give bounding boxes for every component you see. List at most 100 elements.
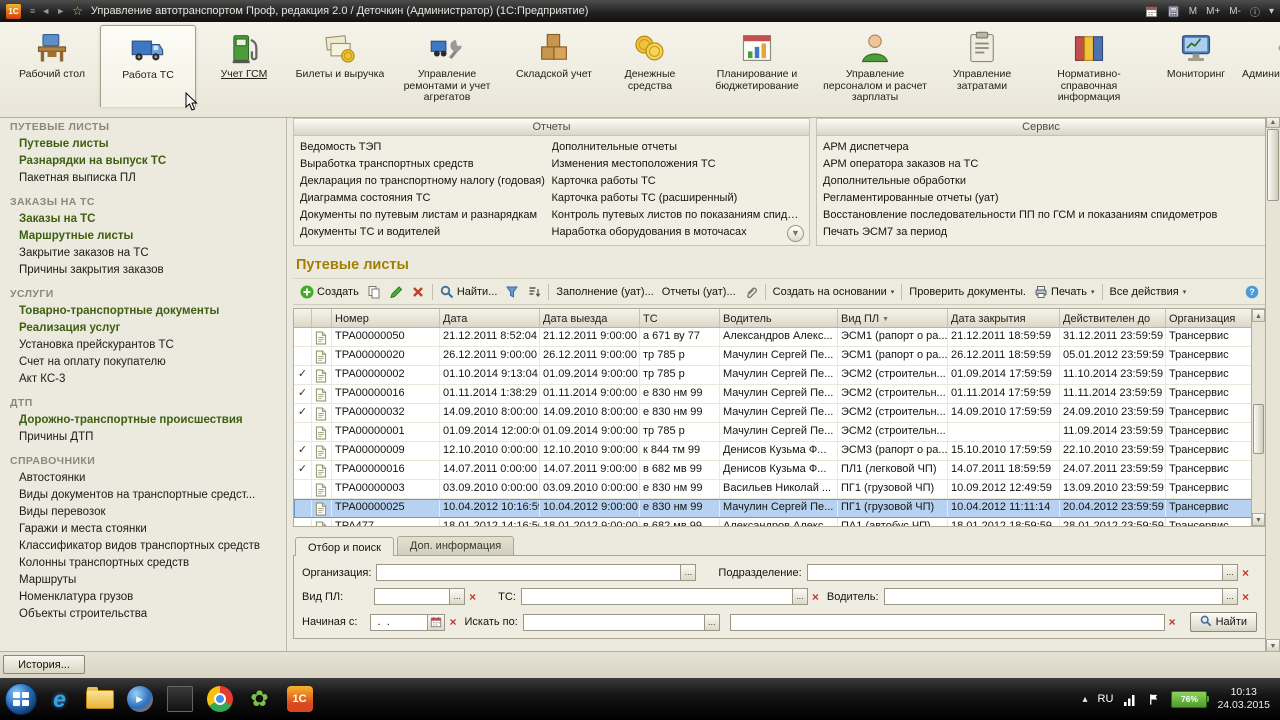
toolbar-edit-button[interactable] [385, 283, 407, 301]
scroll-down-icon[interactable]: ▼ [1252, 513, 1265, 526]
toolbar-help-button[interactable]: ? [1241, 283, 1263, 301]
toolbar-fill-uat-button[interactable]: Заполнение (уат)... [552, 284, 657, 300]
ie-taskbar-icon[interactable]: e [44, 684, 75, 715]
ribbon-tab-tickets[interactable]: Билеты и выручка [292, 25, 388, 107]
sidebar-item[interactable]: Классификатор видов транспортных средств [10, 538, 286, 555]
tray-chevron-icon[interactable]: ▴ [1083, 694, 1088, 705]
date-picker-calendar-icon[interactable] [428, 613, 446, 631]
tab-filter-search[interactable]: Отбор и поиск [295, 537, 394, 556]
page-scrollbar[interactable]: ▲ ▼ [1265, 115, 1280, 652]
favorites-star-icon[interactable]: ☆ [72, 4, 83, 18]
pl-type-input[interactable] [374, 588, 451, 605]
folder-taskbar-icon[interactable] [84, 684, 115, 715]
report-link[interactable]: Декларация по транспортному налогу (годо… [300, 173, 552, 190]
find-button[interactable]: Найти [1189, 612, 1257, 632]
sidebar-item[interactable]: Закрытие заказов на ТС [10, 245, 286, 262]
column-header-3[interactable]: Дата выезда [540, 309, 640, 327]
column-header-5[interactable]: Водитель [720, 309, 838, 327]
ribbon-tab-truck[interactable]: Работа ТС [100, 25, 196, 107]
toolbar-cancel-search-button[interactable] [501, 283, 523, 301]
sidebar-item[interactable]: Причины закрытия заказов [10, 262, 286, 279]
toolbar-delete-button[interactable] [407, 283, 429, 301]
toolbar-sort-button[interactable] [523, 283, 545, 301]
service-link[interactable]: Печать ЭСМ7 за период [823, 224, 1259, 241]
division-clear-icon[interactable]: × [1242, 566, 1249, 580]
table-row[interactable]: ТРА00000020 26.12.2011 9:00:00 26.12.2011 … [294, 347, 1252, 366]
table-scrollbar[interactable]: ▲ ▼ [1251, 309, 1265, 526]
report-link[interactable]: Дополнительные отчеты [552, 139, 804, 156]
ribbon-tab-admin[interactable]: Администрирование [1242, 25, 1280, 107]
service-link[interactable]: Восстановление последовательности ПП по … [823, 207, 1259, 224]
report-link[interactable]: Ведомость ТЭП [300, 139, 552, 156]
table-row[interactable]: ✓ ТРА00000009 12.10.2010 0:00:00 12.10.2010… [294, 442, 1252, 461]
table-row[interactable]: ✓ ТРА00000002 01.10.2014 9:13:04 01.09.2014… [294, 366, 1252, 385]
ribbon-tab-costs[interactable]: Управление затратами [934, 25, 1030, 107]
network-signal-icon[interactable] [1123, 693, 1137, 706]
organization-picker-button[interactable]: ... [681, 564, 697, 581]
onec-taskbar-icon[interactable]: 1С [284, 684, 315, 715]
forward-icon[interactable]: ► [56, 6, 65, 16]
table-row[interactable]: ТРА477 18.01.2012 14:16:56 18.01.2012 9:00… [294, 518, 1252, 526]
memory-button-m-plus[interactable]: M+ [1206, 6, 1220, 17]
sidebar-item[interactable]: Гаражи и места стоянки [10, 521, 286, 538]
sidebar-item[interactable]: Заказы на ТС [10, 211, 286, 228]
pl-type-clear-icon[interactable]: × [469, 590, 476, 604]
scroll-up-icon[interactable]: ▲ [1252, 309, 1265, 322]
sidebar-item[interactable]: Разнарядки на выпуск ТС [10, 153, 286, 170]
ribbon-tab-personnel[interactable]: Управление персоналом и расчет зарплаты [816, 25, 934, 107]
column-header-2[interactable]: Дата [440, 309, 540, 327]
ribbon-tab-reference[interactable]: Нормативно-справочная информация [1030, 25, 1148, 107]
column-header-4[interactable]: ТС [640, 309, 720, 327]
sidebar-item[interactable]: Колонны транспортных средств [10, 555, 286, 572]
sidebar-item[interactable]: Маршруты [10, 572, 286, 589]
column-header-8[interactable]: Действителен до [1060, 309, 1166, 327]
start-from-clear-icon[interactable]: × [449, 615, 456, 629]
history-button[interactable]: История... [3, 655, 85, 674]
search-clear-icon[interactable]: × [1169, 615, 1176, 629]
report-link[interactable]: Изменения местоположения ТС [552, 156, 804, 173]
battery-indicator[interactable]: 76% [1171, 690, 1210, 708]
driver-clear-icon[interactable]: × [1242, 590, 1249, 604]
language-indicator[interactable]: RU [1098, 693, 1114, 705]
search-by-picker-button[interactable]: ... [704, 613, 720, 631]
sidebar-item[interactable]: Дорожно-транспортные происшествия [10, 412, 286, 429]
icq-taskbar-icon[interactable]: ✿ [244, 684, 275, 715]
ribbon-tab-warehouse[interactable]: Складской учет [506, 25, 602, 107]
report-link[interactable]: Наработка оборудования в моточасах [552, 224, 804, 241]
sidebar-item[interactable]: Виды документов на транспортные средст..… [10, 487, 286, 504]
reports-expand-button[interactable]: ▼ [787, 225, 804, 242]
start-button[interactable] [4, 682, 38, 716]
memory-button-m[interactable]: M [1189, 6, 1197, 17]
table-row[interactable]: ✓ ТРА00000032 14.09.2010 8:00:00 14.09.2010… [294, 404, 1252, 423]
sidebar-item[interactable]: Автостоянки [10, 470, 286, 487]
tab-additional-info[interactable]: Доп. информация [396, 536, 515, 555]
toolbar-print-button[interactable]: Печать ▾ [1030, 283, 1099, 301]
column-header-6[interactable]: Вид ПЛ ▼ [838, 309, 948, 327]
calculator-icon[interactable] [1167, 5, 1180, 18]
header-icon-column[interactable] [312, 309, 332, 327]
sidebar-item[interactable]: Номенклатура грузов [10, 589, 286, 606]
sidebar-item[interactable]: Виды перевозок [10, 504, 286, 521]
toolbar-reports-uat-button[interactable]: Отчеты (уат)... [658, 284, 740, 300]
table-row[interactable]: ✓ ТРА00000016 14.07.2011 0:00:00 14.07.2011… [294, 461, 1252, 480]
vehicle-input[interactable] [520, 588, 793, 605]
division-input[interactable] [806, 564, 1223, 581]
organization-input[interactable] [376, 564, 682, 581]
report-link[interactable]: Контроль путевых листов по показаниям сп… [552, 207, 804, 224]
search-value-input[interactable] [729, 613, 1165, 631]
toolbar-find-button[interactable]: Найти... [436, 283, 502, 301]
sidebar-item[interactable]: Путевые листы [10, 136, 286, 153]
sidebar-item[interactable]: Объекты строительства [10, 606, 286, 623]
column-header-1[interactable]: Номер [332, 309, 440, 327]
pl-type-picker-button[interactable]: ... [450, 588, 466, 605]
table-row[interactable]: ✓ ТРА00000016 01.11.2014 1:38:29 01.11.2014… [294, 385, 1252, 404]
toolbar-check-docs-button[interactable]: Проверить документы. [905, 284, 1030, 300]
wmp-taskbar-icon[interactable]: ▸ [124, 684, 155, 715]
sidebar-item[interactable]: Реализация услуг [10, 320, 286, 337]
column-header-9[interactable]: Организация [1166, 309, 1252, 327]
calendar-icon[interactable] [1145, 5, 1158, 18]
report-link[interactable]: Выработка транспортных средств [300, 156, 552, 173]
report-link[interactable]: Диаграмма состояния ТС [300, 190, 552, 207]
ribbon-tab-planning[interactable]: Планирование и бюджетирование [698, 25, 816, 107]
scroll-thumb[interactable] [1253, 404, 1264, 454]
